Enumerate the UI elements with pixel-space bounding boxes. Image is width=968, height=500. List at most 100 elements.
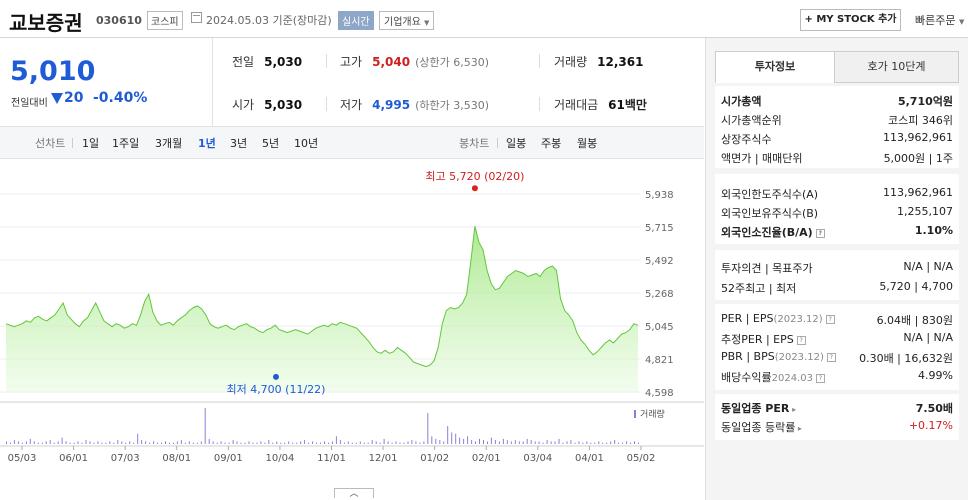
volume-bar	[475, 441, 476, 444]
y-tick-label: 5,715	[645, 223, 674, 234]
amount-stat: 거래대금 61백만	[554, 96, 647, 113]
info-row-value: N/A | N/A	[903, 331, 953, 344]
volume-bar	[582, 442, 584, 444]
stock-name[interactable]: 교보증권	[9, 7, 83, 36]
period-3m[interactable]: 3개월	[155, 135, 182, 151]
volume-bar	[610, 441, 612, 444]
volume-bar	[268, 440, 270, 444]
divider	[539, 54, 540, 68]
period-1y[interactable]: 1년	[198, 135, 216, 151]
volume-bar	[550, 441, 552, 444]
period-daily[interactable]: 일봉	[506, 135, 526, 151]
volume-bar	[69, 442, 71, 444]
volume-bar	[562, 442, 564, 444]
volume-bar	[634, 441, 635, 444]
volume-bar	[427, 413, 429, 444]
period-5y[interactable]: 5년	[262, 135, 279, 151]
market-badge: 코스피	[147, 11, 183, 30]
help-icon[interactable]: ?	[815, 229, 825, 238]
volume-bar	[423, 441, 425, 444]
company-info-dropdown[interactable]: 기업개요 ▼	[379, 11, 435, 30]
info-row: PER | EPS(2023.12)? 6.04배 | 830원	[721, 312, 953, 330]
prev-close-label: 전일	[232, 55, 255, 69]
y-tick-label: 5,938	[645, 190, 674, 201]
info-row: 외국인보유주식수(B) 1,255,107	[721, 205, 953, 223]
period-3y[interactable]: 3년	[230, 135, 247, 151]
volume-bar	[451, 432, 453, 444]
collapse-button[interactable]: ︿	[334, 488, 374, 499]
volume-bar	[125, 442, 127, 444]
chevron-right-icon[interactable]: ▸	[789, 405, 796, 414]
help-icon[interactable]: ?	[825, 315, 835, 324]
volume-bar	[328, 442, 329, 444]
volume-bar	[141, 440, 143, 444]
add-my-stock-button[interactable]: + MY STOCK 추가	[800, 9, 901, 31]
volume-bar	[260, 441, 262, 444]
amount-label: 거래대금	[554, 98, 599, 112]
volume-bar	[296, 442, 298, 444]
x-tick-label: 03/04	[523, 453, 552, 464]
volume-bar	[447, 426, 449, 444]
volume-bar	[208, 438, 210, 444]
volume-bar	[574, 442, 576, 444]
volume-bar	[300, 441, 302, 444]
info-row-label-text: 상장주식수	[721, 133, 772, 146]
info-row: 동일업종 PER ▸ 7.50배	[721, 400, 953, 418]
volume-bar	[510, 441, 512, 444]
info-row-label: 배당수익률2024.03?	[721, 369, 825, 385]
volume-bar	[534, 441, 536, 444]
chevron-right-icon[interactable]: ▸	[795, 424, 802, 433]
tab-order-book[interactable]: 호가 10단계	[834, 51, 959, 83]
x-tick-label: 09/01	[214, 453, 243, 464]
volume-bar	[145, 441, 147, 444]
low-value: 4,995	[372, 98, 411, 112]
help-icon[interactable]: ?	[815, 374, 825, 383]
volume-bar	[220, 441, 222, 444]
amount-value: 61	[608, 98, 625, 112]
info-row-label: 외국인한도주식수(A)	[721, 186, 818, 202]
info-row: 시가총액순위 코스피 346위	[721, 112, 953, 130]
volume-bar	[85, 440, 87, 444]
low-marker	[272, 373, 279, 380]
tab-investment-info[interactable]: 투자정보	[715, 51, 835, 83]
stock-code: 030610	[96, 14, 142, 27]
info-row-label-text: 동일업종 PER	[721, 402, 790, 415]
info-row: 배당수익률2024.03? 4.99%	[721, 369, 953, 387]
volume-bar	[13, 440, 15, 444]
period-1w[interactable]: 1주일	[112, 135, 139, 151]
x-axis: 05/03 06/01 07/03 08/01 09/01 10/04 11/01 12/01…	[8, 446, 655, 464]
info-row-label-sub: (2023.12)	[773, 314, 823, 325]
volume-bar	[137, 433, 139, 444]
x-tick-label: 02/01	[472, 453, 501, 464]
volume-bar	[61, 437, 63, 444]
info-row-label: 투자의견 | 목표주가	[721, 260, 813, 276]
y-tick-label: 5,268	[645, 289, 674, 300]
price-stats: 전일 5,030 고가 5,040 (상한가 6,530) 거래량 12,361 시가 5…	[214, 38, 704, 126]
divider	[539, 97, 540, 111]
quick-order-button[interactable]: 빠른주문 ▼	[915, 12, 964, 28]
price-chart[interactable]: 5,938 5,715 5,492 5,268 5,045 4,821 4,598 최고 5…	[0, 159, 704, 500]
volume-label: 거래량	[554, 55, 588, 69]
volume-bar	[351, 442, 353, 444]
period-monthly[interactable]: 월봉	[577, 135, 597, 151]
volume-bar	[212, 441, 214, 444]
info-group-foreign: 외국인한도주식수(A) 113,962,961 외국인보유주식수(B) 1,255,1…	[715, 174, 959, 244]
info-row: 상장주식수 113,962,961	[721, 131, 953, 149]
high-value: 5,040	[372, 55, 411, 69]
info-row-value: 113,962,961	[883, 186, 953, 199]
current-price: 5,010	[10, 56, 96, 87]
info-row: 투자의견 | 목표주가 N/A | N/A	[721, 260, 953, 278]
period-weekly[interactable]: 주봉	[541, 135, 561, 151]
info-group-opinion: 투자의견 | 목표주가 N/A | N/A 52주최고 | 최저 5,720 | 4,…	[715, 250, 959, 300]
volume-bar	[157, 442, 158, 444]
period-10y[interactable]: 10년	[294, 135, 318, 151]
help-icon[interactable]: ?	[826, 353, 836, 362]
volume-bar	[502, 438, 504, 444]
volume-bar	[6, 441, 7, 444]
chevron-down-icon: ▼	[424, 19, 430, 27]
period-1d[interactable]: 1일	[82, 135, 99, 151]
volume-bar	[526, 438, 528, 444]
realtime-button[interactable]: 실시간	[338, 11, 374, 30]
help-icon[interactable]: ?	[796, 336, 806, 345]
volume-bar	[538, 441, 540, 444]
